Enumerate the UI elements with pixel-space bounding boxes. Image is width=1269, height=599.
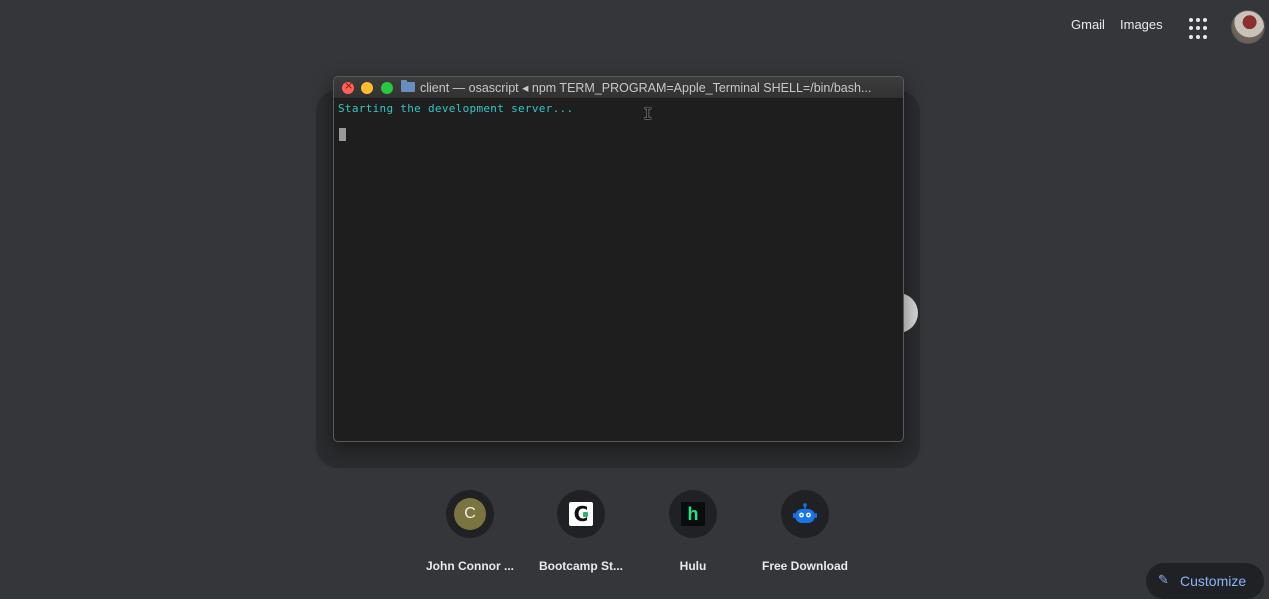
customize-button[interactable]: ✎ Customize	[1146, 563, 1264, 599]
bootcamp-icon: C	[569, 502, 593, 526]
shortcut-label: Bootcamp St...	[538, 559, 623, 573]
top-bar: Gmail Images	[0, 10, 1269, 44]
letter-c-icon: C	[454, 498, 486, 530]
shortcut-label: John Connor ...	[426, 559, 514, 573]
terminal-titlebar[interactable]: client — osascript ◂ npm TERM_PROGRAM=Ap…	[334, 77, 903, 99]
text-cursor-icon: I	[643, 104, 653, 123]
terminal-body[interactable]: Starting the development server...	[334, 99, 903, 144]
shortcut-tile[interactable]: Free Download	[749, 490, 861, 573]
close-window-button[interactable]	[342, 79, 354, 94]
shortcut-label: Free Download	[761, 559, 848, 573]
pencil-icon: ✎	[1158, 573, 1169, 588]
shortcut-icon-circle	[781, 490, 829, 538]
terminal-title: client — osascript ◂ npm TERM_PROGRAM=Ap…	[420, 81, 872, 95]
terminal-cursor	[339, 128, 346, 141]
hulu-icon: h	[681, 502, 705, 526]
robot-icon	[793, 503, 817, 523]
customize-label: Customize	[1180, 573, 1247, 589]
shortcut-tile[interactable]: C John Connor ...	[414, 490, 526, 573]
folder-icon	[401, 80, 415, 92]
shortcut-icon-circle: h	[669, 490, 717, 538]
apps-grid-icon[interactable]	[1187, 16, 1213, 42]
images-link[interactable]: Images	[1120, 17, 1163, 32]
maximize-window-button[interactable]	[381, 82, 393, 94]
shortcut-tile[interactable]: C Bootcamp St...	[525, 490, 637, 573]
shortcut-label: Hulu	[679, 559, 707, 573]
minimize-window-button[interactable]	[361, 82, 373, 94]
terminal-window[interactable]: client — osascript ◂ npm TERM_PROGRAM=Ap…	[333, 76, 904, 442]
shortcut-icon-circle: C	[446, 490, 494, 538]
terminal-output-line: Starting the development server...	[338, 102, 574, 115]
shortcut-icon-circle: C	[557, 490, 605, 538]
shortcut-tile[interactable]: h Hulu	[637, 490, 749, 573]
account-avatar[interactable]	[1231, 10, 1265, 44]
gmail-link[interactable]: Gmail	[1071, 17, 1105, 32]
